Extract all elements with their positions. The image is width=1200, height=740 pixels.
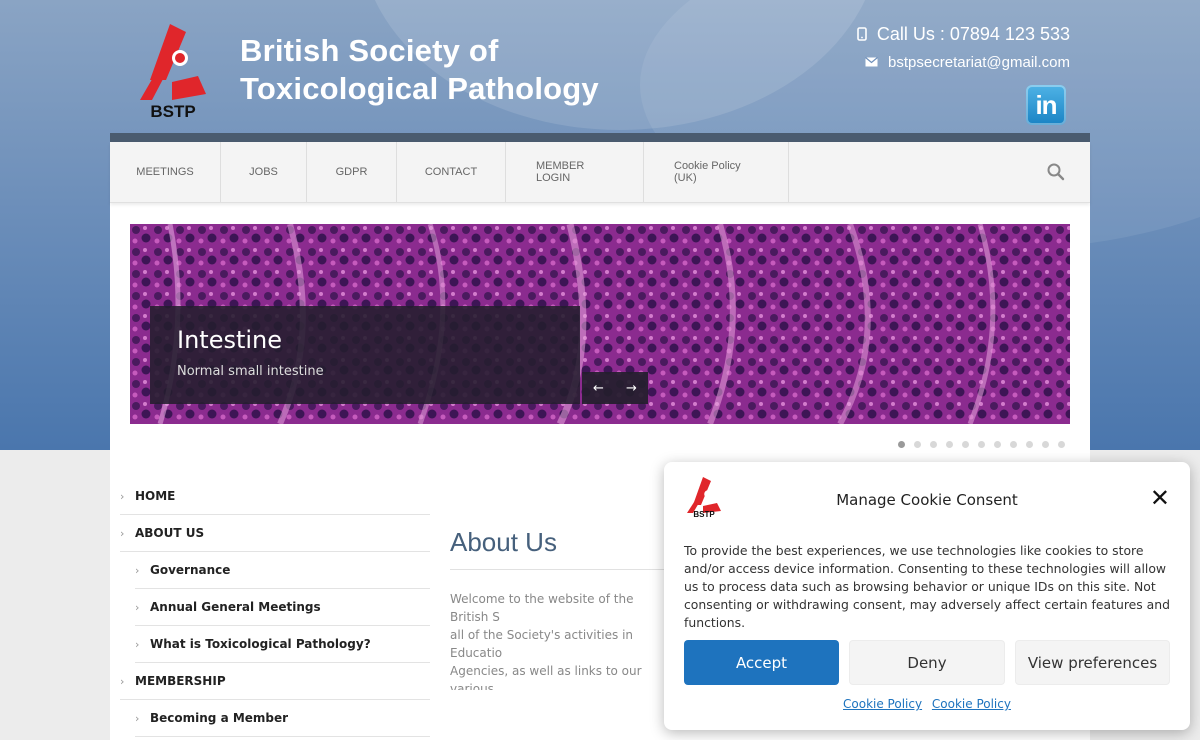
slide-title: Intestine bbox=[177, 326, 283, 354]
sidebar-item[interactable]: › Governance bbox=[135, 552, 430, 589]
sidebar-item-label: Annual General Meetings bbox=[150, 600, 321, 614]
linkedin-icon[interactable]: in bbox=[1026, 85, 1066, 125]
sidebar-item-label: ABOUT US bbox=[135, 526, 205, 540]
sidebar-item[interactable]: › MEMBERSHIP bbox=[120, 663, 430, 700]
sidebar-item[interactable]: › HOME bbox=[120, 478, 430, 515]
envelope-icon bbox=[865, 57, 878, 67]
cookie-policy-link[interactable]: Cookie Policy bbox=[843, 697, 922, 711]
phone-icon bbox=[857, 27, 867, 41]
cookie-policy-link[interactable]: Cookie Policy bbox=[932, 697, 1011, 711]
cookie-body-text: To provide the best experiences, we use … bbox=[684, 543, 1170, 630]
sidebar-item-label: HOME bbox=[135, 489, 176, 503]
logo-text: BSTP bbox=[150, 102, 195, 120]
slider-dot[interactable] bbox=[978, 441, 985, 448]
nav-contact[interactable]: CONTACT bbox=[397, 142, 506, 202]
image-slider[interactable]: Intestine Normal small intestine ← → bbox=[130, 224, 1070, 424]
slider-arrows: ← → bbox=[582, 372, 648, 404]
site-title-line2: Toxicological Pathology bbox=[240, 71, 599, 106]
page-title: About Us bbox=[450, 527, 557, 557]
sidebar-item-label: MEMBERSHIP bbox=[135, 674, 226, 688]
chevron-right-icon: › bbox=[135, 600, 140, 614]
site-title[interactable]: British Society of Toxicological Patholo… bbox=[240, 32, 599, 108]
slider-dot[interactable] bbox=[1042, 441, 1049, 448]
chevron-right-icon: › bbox=[135, 637, 140, 651]
slider-dot[interactable] bbox=[914, 441, 921, 448]
intro-text: Welcome to the website of the British S … bbox=[450, 592, 642, 690]
phone-row: Call Us : 07894 123 533 bbox=[857, 22, 1070, 46]
cookie-logo-text: BSTP bbox=[693, 510, 715, 518]
slide-caption: Intestine Normal small intestine bbox=[150, 306, 580, 404]
phone-number[interactable]: Call Us : 07894 123 533 bbox=[877, 24, 1070, 45]
sidebar-menu: › HOME › ABOUT US › Governance › Annual General… bbox=[120, 478, 430, 737]
site-title-line1: British Society of bbox=[240, 33, 499, 68]
cookie-consent-dialog: BSTP Manage Cookie Consent ✕ To provide … bbox=[664, 462, 1190, 730]
view-preferences-button[interactable]: View preferences bbox=[1015, 640, 1170, 685]
chevron-right-icon: › bbox=[120, 526, 125, 540]
slider-dot[interactable] bbox=[1058, 441, 1065, 448]
chevron-right-icon: › bbox=[120, 674, 125, 688]
slider-dot[interactable] bbox=[962, 441, 969, 448]
top-accent-bar bbox=[110, 133, 1090, 142]
sidebar-item[interactable]: › Becoming a Member bbox=[135, 700, 430, 737]
slider-prev-button[interactable]: ← bbox=[593, 381, 604, 396]
cookie-links: Cookie Policy Cookie Policy bbox=[664, 697, 1190, 711]
bstp-logo-icon[interactable]: BSTP bbox=[136, 22, 210, 120]
chevron-right-icon: › bbox=[135, 563, 140, 577]
slider-next-button[interactable]: → bbox=[626, 381, 637, 396]
chevron-right-icon: › bbox=[120, 489, 125, 503]
slider-dot[interactable] bbox=[930, 441, 937, 448]
contact-info: Call Us : 07894 123 533 bstpsecretariat@… bbox=[857, 22, 1070, 72]
email-link[interactable]: bstpsecretariat@gmail.com bbox=[888, 54, 1070, 71]
sidebar-item[interactable]: › ABOUT US bbox=[120, 515, 430, 552]
sidebar-item-label: What is Toxicological Pathology? bbox=[150, 637, 371, 651]
linkedin-label: in bbox=[1035, 89, 1057, 120]
slider-dot[interactable] bbox=[946, 441, 953, 448]
search-icon[interactable] bbox=[1046, 162, 1066, 182]
nav-gdpr[interactable]: GDPR bbox=[307, 142, 397, 202]
sidebar-item-label: Becoming a Member bbox=[150, 711, 289, 725]
nav-cookie-policy[interactable]: Cookie Policy (UK) bbox=[644, 142, 789, 202]
slider-dot[interactable] bbox=[994, 441, 1001, 448]
sidebar-item[interactable]: › Annual General Meetings bbox=[135, 589, 430, 626]
slider-dot[interactable] bbox=[1010, 441, 1017, 448]
slider-dots bbox=[898, 441, 1065, 448]
accept-button[interactable]: Accept bbox=[684, 640, 839, 685]
nav-meetings[interactable]: MEETINGS bbox=[110, 142, 221, 202]
slider-dot[interactable] bbox=[1026, 441, 1033, 448]
close-icon[interactable]: ✕ bbox=[1150, 486, 1170, 510]
deny-button[interactable]: Deny bbox=[849, 640, 1005, 685]
slider-dot[interactable] bbox=[898, 441, 905, 448]
email-row: bstpsecretariat@gmail.com bbox=[857, 52, 1070, 72]
nav-member-login[interactable]: MEMBER LOGIN bbox=[506, 142, 644, 202]
sidebar-item[interactable]: › What is Toxicological Pathology? bbox=[135, 626, 430, 663]
nav-jobs[interactable]: JOBS bbox=[221, 142, 307, 202]
chevron-right-icon: › bbox=[135, 711, 140, 725]
cookie-title: Manage Cookie Consent bbox=[836, 491, 1018, 509]
sidebar-item-label: Governance bbox=[150, 563, 231, 577]
main-nav: MEETINGS JOBS GDPR CONTACT MEMBER LOGIN … bbox=[110, 142, 1090, 203]
slide-subtitle: Normal small intestine bbox=[177, 364, 324, 379]
